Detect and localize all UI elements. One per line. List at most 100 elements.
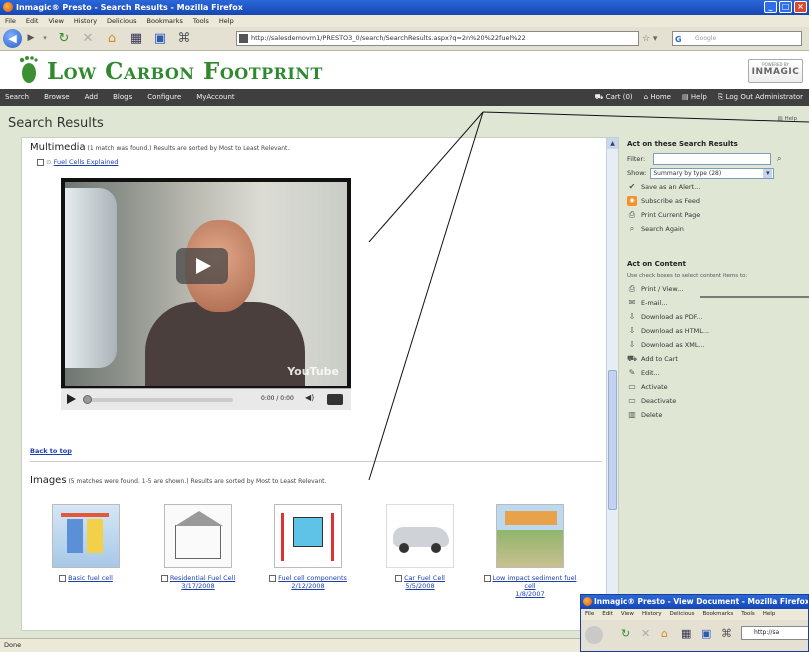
reload-icon[interactable]: ↻ (56, 30, 72, 47)
w2-menu-tools[interactable]: Tools (741, 609, 755, 620)
thumbnail-residential-fuel-cell[interactable] (164, 504, 232, 568)
volume-icon[interactable]: ◀) (305, 393, 314, 402)
nav-help[interactable]: ▤ Help (682, 89, 707, 106)
video-seek-bar[interactable] (83, 398, 233, 402)
nav-configure[interactable]: Configure (147, 89, 181, 106)
w2-reload-icon[interactable]: ↻ (621, 627, 630, 640)
close-button[interactable]: × (794, 1, 807, 13)
thumbnail-fuel-cell-components[interactable] (274, 504, 342, 568)
show-select[interactable]: Summary by type (28) (650, 167, 775, 179)
toolbar-tool-icon-2[interactable]: ▣ (152, 30, 168, 47)
w2-back-icon[interactable] (585, 626, 603, 644)
w2-menu-edit[interactable]: Edit (602, 609, 613, 620)
action-print-page[interactable]: ⎙ Print Current Page (627, 209, 802, 221)
video-play-overlay-icon[interactable] (176, 248, 228, 284)
bookmark-star-icon[interactable]: ☆ ▾ (642, 34, 657, 44)
minimize-button[interactable]: _ (764, 1, 777, 13)
action-download-pdf[interactable]: ⇩ Download as PDF... (627, 311, 802, 323)
toolbar-tool-icon-1[interactable]: ▦ (128, 30, 144, 47)
image-checkbox-3[interactable] (269, 574, 277, 582)
image-checkbox-5[interactable] (483, 574, 491, 582)
menu-bookmarks[interactable]: Bookmarks (147, 15, 183, 27)
menu-edit[interactable]: Edit (26, 15, 39, 27)
show-row: Show: Summary by type (28) (627, 167, 802, 179)
image-checkbox-2[interactable] (160, 574, 168, 582)
w2-address-bar[interactable]: http://sa (741, 626, 808, 640)
w2-menu-file[interactable]: File (585, 609, 594, 620)
image-link-2[interactable]: Residential Fuel Cell (170, 574, 235, 582)
w2-menu-bookmarks[interactable]: Bookmarks (702, 609, 733, 620)
w2-tool-icon-3[interactable]: ⌘ (721, 627, 732, 640)
menu-history[interactable]: History (74, 15, 97, 27)
back-to-top-link[interactable]: Back to top (30, 447, 72, 455)
fullscreen-icon[interactable] (327, 394, 343, 405)
action-download-xml[interactable]: ⇩ Download as XML... (627, 339, 802, 351)
scroll-thumb[interactable] (608, 370, 617, 510)
home-icon[interactable]: ⌂ (104, 30, 120, 47)
action-subscribe-feed[interactable]: ◉ Subscribe as Feed (627, 195, 802, 207)
toolbar-tool-icon-3[interactable]: ⌘ (176, 30, 192, 47)
menu-delicious[interactable]: Delicious (107, 15, 136, 27)
w2-menu-history[interactable]: History (642, 609, 662, 620)
multimedia-item-checkbox[interactable] (37, 158, 44, 166)
action-delete[interactable]: ▥ Delete (627, 409, 802, 421)
thumbnail-car-fuel-cell[interactable] (386, 504, 454, 568)
history-dropdown-icon[interactable]: ▾ (40, 30, 50, 47)
action-search-again[interactable]: ⌕ Search Again (627, 223, 802, 235)
scroll-up-arrow-icon[interactable]: ▲ (607, 138, 618, 149)
w2-stop-icon[interactable]: ✕ (641, 627, 650, 640)
action-activate[interactable]: ▭ Activate (627, 381, 802, 393)
w2-home-icon[interactable]: ⌂ (661, 627, 668, 640)
menu-help[interactable]: Help (219, 15, 234, 27)
image-link-5[interactable]: Low impact sediment fuel cell (493, 574, 577, 590)
w2-menu-help[interactable]: Help (763, 609, 776, 620)
nav-add[interactable]: Add (85, 89, 99, 106)
nav-myaccount[interactable]: MyAccount (196, 89, 234, 106)
stop-icon[interactable]: ✕ (80, 30, 96, 47)
forward-arrow-icon[interactable]: ▶ (25, 30, 37, 47)
image-link-3[interactable]: Fuel cell components (278, 574, 347, 582)
multimedia-item-link[interactable]: Fuel Cells Explained (54, 158, 119, 166)
menu-tools[interactable]: Tools (193, 15, 209, 27)
video-controls: 0:00 / 0:00 ◀) (61, 388, 351, 410)
filter-input[interactable] (653, 153, 772, 165)
filter-search-icon[interactable]: ⌕ (774, 154, 784, 164)
video-player[interactable]: YouTube 0:00 / 0:00 ◀) (61, 178, 351, 410)
action-deactivate[interactable]: ▭ Deactivate (627, 395, 802, 407)
maximize-button[interactable]: □ (779, 1, 792, 13)
thumbnail-basic-fuel-cell[interactable] (52, 504, 120, 568)
w2-tool-icon-2[interactable]: ▣ (701, 627, 711, 640)
nav-blogs[interactable]: Blogs (113, 89, 132, 106)
site-header: Low Carbon Footprint POWERED BY INMAGIC (0, 52, 809, 89)
action-email[interactable]: ✉ E-mail... (627, 297, 802, 309)
search-box[interactable]: G Google (672, 31, 802, 46)
action-add-cart[interactable]: ⛟ Add to Cart (627, 353, 802, 365)
image-checkbox-1[interactable] (59, 574, 67, 582)
w2-menu-view[interactable]: View (621, 609, 634, 620)
image-link-1[interactable]: Basic fuel cell (68, 574, 113, 582)
search-again-icon: ⌕ (629, 224, 635, 233)
nav-home[interactable]: ⌂ Home (644, 89, 671, 106)
help-link[interactable]: ▥ Help (778, 116, 798, 122)
nav-browse[interactable]: Browse (44, 89, 70, 106)
play-icon[interactable] (67, 394, 76, 404)
video-seek-handle[interactable] (83, 395, 92, 404)
thumbnail-low-impact-sediment-fuel-cell[interactable] (496, 504, 564, 568)
menu-view[interactable]: View (48, 15, 63, 27)
action-print-view[interactable]: ⎙ Print / View... (627, 283, 802, 295)
action-download-html[interactable]: ⇩ Download as HTML... (627, 325, 802, 337)
w2-tool-icon-1[interactable]: ▦ (681, 627, 691, 640)
results-scrollbar[interactable]: ▲ (606, 138, 618, 630)
address-bar[interactable]: http://salesdemovm1/PRESTO3_0/search/Sea… (236, 31, 639, 46)
w2-menu-delicious[interactable]: Delicious (670, 609, 695, 620)
back-arrow-icon[interactable]: ◀ (3, 29, 22, 48)
menu-file[interactable]: File (5, 15, 16, 27)
nav-logout[interactable]: ⎘ Log Out Administrator (718, 89, 803, 106)
image-link-4[interactable]: Car Fuel Cell (404, 574, 445, 582)
image-checkbox-4[interactable] (395, 574, 403, 582)
action-edit[interactable]: ✎ Edit... (627, 367, 802, 379)
action-save-alert[interactable]: ✔ Save as an Alert... (627, 181, 802, 193)
nav-cart[interactable]: ⛟ Cart (0) (595, 89, 633, 106)
nav-search[interactable]: Search (5, 89, 29, 106)
view-document-window[interactable]: Inmagic® Presto - View Document - Mozill… (580, 594, 809, 652)
